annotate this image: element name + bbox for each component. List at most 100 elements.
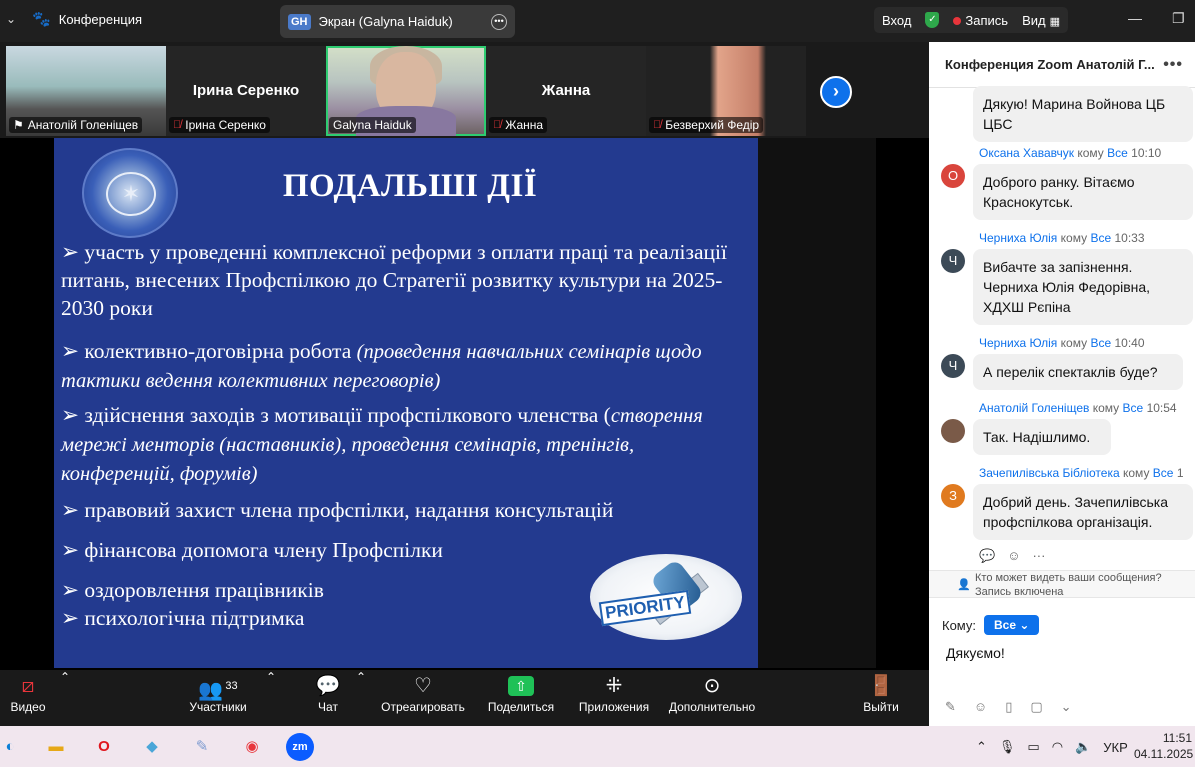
restore-window-icon[interactable]: ❐	[1172, 10, 1185, 27]
bullet-text: правовий захист члена профспілки, наданн…	[84, 498, 614, 522]
chrome-browser-icon[interactable]: ◉	[238, 733, 266, 761]
meeting-top-bar: ⌄ 🐾 Конференция GH Экран (Galyna Haiduk)…	[0, 0, 1195, 42]
visibility-text: Кто может видеть ваши сообщения? Запись …	[975, 572, 1162, 598]
login-button[interactable]: Вход	[882, 13, 911, 28]
message-time: 10:54	[1146, 401, 1177, 415]
participant-tile-iryna[interactable]: Ірина Серенко 🎙̸ Ірина Серенко	[166, 46, 326, 136]
paint-app-icon[interactable]: ✎	[188, 733, 216, 761]
recipient-label: Кому:	[942, 617, 976, 633]
meeting-toolbar: ⧄ Видео ⌃ 👥 33 Участники ⌃ 💬 Чат ⌃ ♡ Отре…	[0, 670, 929, 726]
chat-button[interactable]: 💬 Чат	[314, 670, 342, 726]
slide-bullet: ➢ участь у проведенні комплексної реформ…	[61, 240, 727, 320]
more-options-icon[interactable]: ···	[1032, 548, 1045, 564]
app-icon[interactable]: ◆	[138, 733, 166, 761]
participant-tile-galyna[interactable]: Galyna Haiduk	[326, 46, 486, 136]
chevron-up-icon[interactable]: ⌃	[266, 670, 276, 726]
chat-title: Конференция Zoom Анатолій Г...	[945, 57, 1155, 72]
chevron-up-icon[interactable]: ⌃	[356, 670, 366, 726]
system-clock[interactable]: 11:51 04.11.2025	[1134, 730, 1193, 762]
edge-browser-icon[interactable]: ◐	[0, 733, 24, 761]
video-button[interactable]: ⧄ Видео	[10, 670, 46, 726]
sender-name[interactable]: Черниха Юлія	[979, 231, 1057, 245]
message-time: 1	[1176, 466, 1184, 480]
recipient: Все	[1090, 231, 1112, 245]
message-time: 10:33	[1114, 231, 1145, 245]
leave-icon: 🚪	[868, 675, 894, 697]
view-button[interactable]: Вид ▦	[1022, 13, 1060, 28]
apps-button[interactable]: ⁜ Приложения	[576, 670, 652, 726]
slide-bullet: ➢ правовий захист члена профспілки, нада…	[61, 498, 614, 522]
chat-input-tools: ✎ ☺ ▯ ▢ ⌄	[945, 699, 1072, 715]
sender-name[interactable]: Оксана Хававчук	[979, 146, 1074, 160]
chat-message: Добрий день. Зачепилівська профспілкова …	[973, 484, 1193, 540]
format-text-icon[interactable]: ✎	[945, 699, 956, 715]
avatar: О	[941, 164, 965, 188]
recipient-dropdown[interactable]: Все ⌄	[984, 615, 1040, 635]
battery-icon[interactable]: ▭	[1027, 739, 1039, 755]
slide-title: ПОДАЛЬШІ ДІЇ	[282, 168, 538, 204]
participant-name: Безверхий Федір	[665, 118, 760, 132]
participants-count: 33	[225, 680, 238, 692]
chevron-up-icon[interactable]: ⌃	[976, 739, 987, 755]
participant-name-tag: 🎙̸ Жанна	[489, 117, 548, 133]
people-icon: 👤	[957, 579, 971, 591]
add-reaction-icon[interactable]: ☺	[1007, 548, 1020, 564]
security-shield-icon[interactable]: ✓	[925, 12, 940, 28]
react-button[interactable]: ♡ Отреагировать	[380, 670, 466, 726]
shared-screen-tab[interactable]: GH Экран (Galyna Haiduk) •••	[280, 5, 515, 38]
grid-icon: ▦	[1049, 15, 1061, 28]
sender-name[interactable]: Зачепилівська Бібліотека	[979, 466, 1120, 480]
file-explorer-icon[interactable]: ▬	[42, 733, 70, 761]
recipient: Все	[1107, 146, 1128, 160]
microphone-icon[interactable]: 🎙	[999, 739, 1016, 755]
minimize-icon[interactable]: —	[1128, 10, 1142, 26]
more-button[interactable]: ⊙ Дополнительно	[666, 670, 758, 726]
speaker-icon[interactable]: 🔈	[1075, 739, 1091, 755]
participant-tile-anatoliy[interactable]: ⚑ Анатолій Голеніщев	[6, 46, 166, 136]
reply-icon[interactable]: 💬	[979, 548, 995, 564]
sender-name[interactable]: Анатолій Голеніщев	[979, 401, 1089, 415]
recording-indicator[interactable]: Запись	[953, 13, 1008, 28]
more-options-icon[interactable]: •••	[1163, 56, 1183, 74]
language-indicator[interactable]: УКР	[1103, 740, 1128, 755]
opera-browser-icon[interactable]: O	[90, 733, 118, 761]
chat-message: А перелік спектаклів буде?	[973, 354, 1183, 390]
participant-tile-fedir[interactable]: 🎙̸ Безверхий Федір	[646, 46, 806, 136]
share-button[interactable]: ⇧ Поделиться	[486, 670, 556, 726]
message-time: 10:10	[1131, 146, 1162, 160]
file-icon[interactable]: ▯	[1005, 699, 1012, 715]
chevron-down-icon[interactable]: ⌄	[6, 12, 16, 26]
bullet-text: участь у проведенні комплексної реформи …	[61, 240, 727, 320]
priority-stamp-image: PRIORITY	[590, 554, 742, 640]
wifi-icon[interactable]: ◠	[1052, 739, 1063, 755]
shared-screen-label: Экран (Galyna Haiduk)	[318, 14, 453, 29]
mic-muted-icon: 🎙̸	[653, 119, 662, 131]
to-word: кому	[1092, 401, 1120, 415]
participants-button[interactable]: 👥 33 Участники	[188, 670, 248, 726]
participant-display-name: Жанна	[541, 82, 591, 99]
recipient: Все	[1152, 466, 1174, 480]
windows-taskbar: ◐ ▬ O ◆ ✎ ◉ zm ⌃ 🎙 ▭ ◠ 🔈 УКР 11:51 04.11…	[0, 726, 1195, 767]
meeting-title-label: Конференция	[58, 11, 143, 27]
sender-name[interactable]: Черниха Юлія	[979, 336, 1057, 350]
more-options-icon[interactable]: •••	[491, 13, 507, 30]
participant-tile-zhanna[interactable]: Жанна 🎙̸ Жанна	[486, 46, 646, 136]
next-page-arrow-icon[interactable]: ›	[820, 76, 852, 108]
slide-bullet: ➢ здійснення заходів з мотивації профспі…	[61, 403, 703, 485]
leave-button[interactable]: 🚪 Выйти	[862, 670, 900, 726]
chat-input[interactable]: Дякуємо!	[946, 645, 1005, 661]
avatar: З	[941, 484, 965, 508]
meeting-title: 🐾 Конференция	[32, 10, 142, 28]
bullet-text: здійснення заходів з мотивації профспілк…	[84, 403, 611, 427]
message-meta: Оксана Хававчук кому Все 10:10	[979, 146, 1161, 160]
emoji-icon[interactable]: ☺	[974, 699, 987, 715]
message-meta: Черниха Юлія кому Все 10:33	[979, 231, 1145, 245]
chevron-down-icon[interactable]: ⌄	[1061, 699, 1072, 715]
zoom-app-icon[interactable]: zm	[286, 733, 314, 761]
chat-label: Чат	[318, 700, 338, 714]
chat-visibility-notice[interactable]: 👤 Кто может видеть ваши сообщения? Запис…	[929, 570, 1195, 598]
bullet-text: оздоровлення працівників	[84, 578, 324, 602]
chevron-up-icon[interactable]: ⌃	[60, 670, 70, 726]
more-options-icon: ⊙	[703, 675, 721, 697]
screenshot-icon[interactable]: ▢	[1030, 699, 1042, 715]
